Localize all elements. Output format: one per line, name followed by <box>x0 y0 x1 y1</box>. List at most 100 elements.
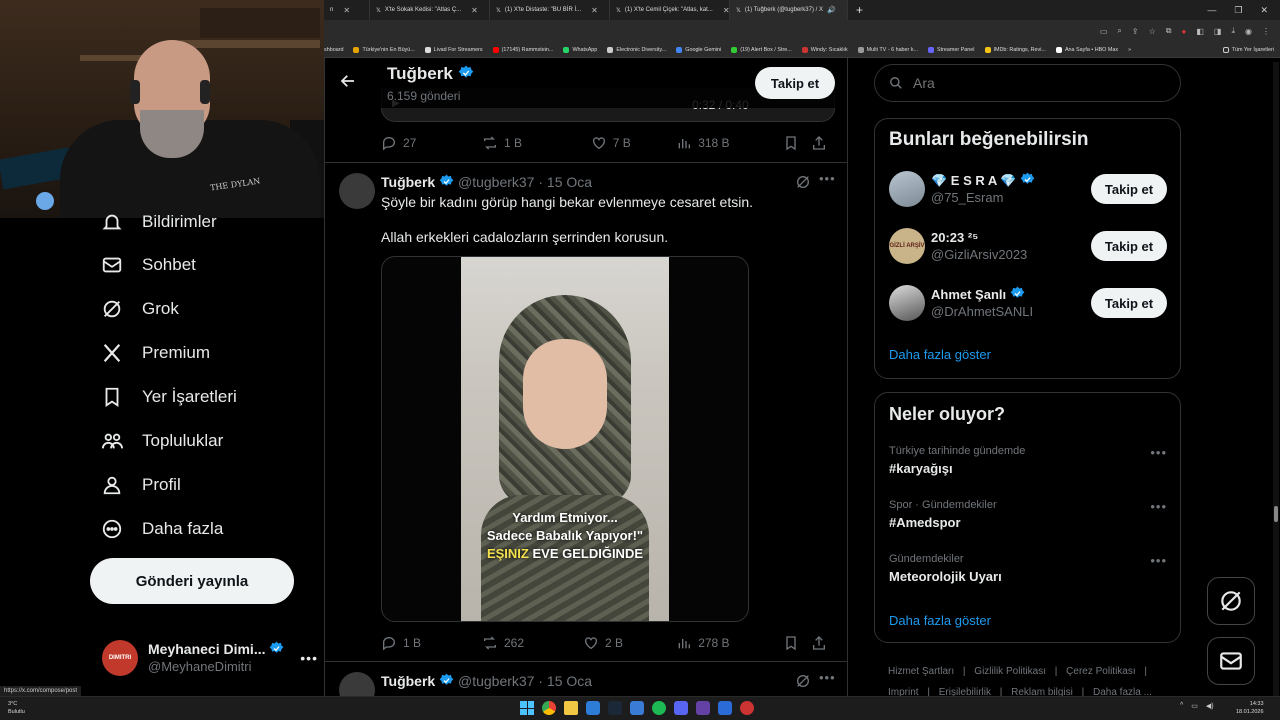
bookmarks-overflow[interactable]: » <box>1128 47 1131 53</box>
grok-fab[interactable] <box>1207 577 1255 625</box>
share-icon[interactable]: ⇪ <box>1132 27 1139 36</box>
bookmark-item[interactable]: shboard <box>324 47 343 53</box>
app-icon[interactable] <box>630 701 644 715</box>
repost-button[interactable]: 1 B <box>482 135 591 151</box>
cast-icon[interactable]: ▭ <box>1100 27 1108 36</box>
close-icon[interactable]: ✕ <box>343 6 350 15</box>
app-icon[interactable] <box>718 701 732 715</box>
scrollbar-thumb[interactable] <box>1274 506 1278 522</box>
maximize-icon[interactable]: ❐ <box>1234 5 1242 16</box>
search-input[interactable] <box>913 75 1153 91</box>
nav-bookmarks[interactable]: Yer İşaretleri <box>100 385 237 409</box>
more-icon[interactable]: ••• <box>1150 499 1167 514</box>
browser-tab[interactable]: 𝕏 X'te Sokak Kedisi: "Atlas Ç... ✕ <box>370 0 490 20</box>
weather-widget[interactable]: 3°C Bulutlu <box>8 700 25 716</box>
footer-link[interactable]: Hizmet Şartları <box>888 666 954 677</box>
profile-icon[interactable]: ◉ <box>1245 27 1252 36</box>
clock[interactable]: 14:33 18.01.2026 <box>1236 700 1264 716</box>
browser-tab[interactable]: 𝕏 (1) X'te Cemil Çiçek: "Atlas, kat... ✕ <box>610 0 730 20</box>
bookmark-item[interactable]: Google Gemini <box>676 46 721 53</box>
bookmark-item[interactable]: WhatsApp <box>563 46 597 53</box>
all-bookmarks[interactable]: Tüm Yer İşaretleri <box>1222 46 1280 53</box>
close-icon[interactable]: ✕ <box>723 6 729 15</box>
show-more-link[interactable]: Daha fazla göster <box>889 347 991 362</box>
more-icon[interactable]: ••• <box>300 650 318 666</box>
nav-communities[interactable]: Topluluklar <box>100 429 223 453</box>
nav-chat[interactable]: Sohbet <box>100 253 196 277</box>
zoom-icon[interactable]: ⌕ <box>1117 26 1121 36</box>
speaker-icon[interactable]: 🔊 <box>827 6 836 14</box>
post-button[interactable]: Gönderi yayınla <box>90 558 294 604</box>
bookmark-item[interactable]: Ana Sayfa • HBO Max <box>1055 46 1118 53</box>
bookmark-icon[interactable] <box>783 135 799 151</box>
browser-tab[interactable]: n ✕ <box>324 0 370 20</box>
show-more-link[interactable]: Daha fazla göster <box>889 613 991 628</box>
extensions-icon[interactable]: ⧉ <box>1166 26 1172 36</box>
explorer-icon[interactable] <box>564 701 578 715</box>
tweet-handle[interactable]: @tugberk37 <box>458 174 534 190</box>
repost-button[interactable]: 262 <box>482 635 583 651</box>
tweet[interactable]: Tuğberk @tugberk37 · 15 Oca ••• Şöyle bi… <box>325 163 847 661</box>
suggested-user[interactable]: GİZLİ ARŞİV 20:23 ²⁵ @GizliArsiv2023 Tak… <box>889 226 1167 266</box>
app-icon[interactable] <box>586 701 600 715</box>
suggested-user[interactable]: 💎 E S R A 💎 @75_Esram Takip et <box>889 169 1167 209</box>
share-icon[interactable] <box>811 635 827 651</box>
views-button[interactable]: 318 B <box>676 135 783 151</box>
bookmark-item[interactable]: (19) Alert Box / Stre... <box>731 46 792 53</box>
bookmark-item[interactable]: Streamer Panel <box>928 46 975 53</box>
bookmark-item[interactable]: Multi TV - 6 haber k... <box>857 46 918 53</box>
browser-tab[interactable]: 𝕏 (1) X'te Distaste: "BU BİR İ... ✕ <box>490 0 610 20</box>
follow-button[interactable]: Takip et <box>1091 288 1167 318</box>
avatar[interactable] <box>339 173 375 209</box>
tweet-video[interactable]: Yardım Etmiyor... Sadece Babalık Yapıyor… <box>381 256 749 622</box>
windows-start-icon[interactable] <box>520 701 534 715</box>
nav-profile[interactable]: Profil <box>100 473 181 497</box>
bookmark-item[interactable]: Livad For Streamers <box>424 46 483 53</box>
extension-icon[interactable]: ◧ <box>1196 27 1204 36</box>
footer-link[interactable]: Çerez Politikası <box>1066 666 1135 677</box>
adblock-icon[interactable]: ● <box>1182 27 1187 36</box>
tweet-date[interactable]: · 15 Oca <box>538 174 592 190</box>
window-close-icon[interactable]: ✕ <box>1260 5 1268 16</box>
nav-premium[interactable]: Premium <box>100 341 210 365</box>
nav-grok[interactable]: Grok <box>100 297 179 321</box>
tweet-handle[interactable]: @tugberk37 <box>458 673 534 689</box>
nav-more[interactable]: Daha fazla <box>100 517 223 541</box>
grok-icon[interactable] <box>795 174 811 195</box>
tweet-date[interactable]: · 15 Oca <box>538 673 592 689</box>
avatar[interactable] <box>339 672 375 696</box>
tweet[interactable]: Tuğberk @tugberk37 · 15 Oca ••• <box>325 662 847 696</box>
reply-button[interactable]: 27 <box>381 135 482 151</box>
app-icon[interactable] <box>696 701 710 715</box>
browser-tab-active[interactable]: 𝕏(1) Tuğberk (@tugberk37) / X🔊✕ <box>730 0 848 20</box>
more-icon[interactable]: ••• <box>1150 553 1167 568</box>
messages-fab[interactable] <box>1207 637 1255 685</box>
bookmark-item[interactable]: Windy: Sıcaklık <box>801 46 848 53</box>
like-button[interactable]: 2 B <box>583 635 676 651</box>
downloads-icon[interactable]: ⤓ <box>1231 26 1235 36</box>
tweet-author[interactable]: Tuğberk <box>381 673 435 689</box>
discord-icon[interactable] <box>674 701 688 715</box>
search-box[interactable] <box>874 64 1181 102</box>
new-tab-button[interactable]: + <box>848 3 871 17</box>
account-switcher[interactable]: DIMITRI Meyhaneci Dimi... @MeyhaneDimitr… <box>102 638 318 678</box>
reply-button[interactable]: 1 B <box>381 635 482 651</box>
follow-button[interactable]: Takip et <box>1091 174 1167 204</box>
nav-notifications[interactable]: Bildirimler <box>100 210 217 234</box>
extension-icon[interactable]: ◨ <box>1214 27 1222 36</box>
close-icon[interactable]: ✕ <box>591 6 598 15</box>
more-icon[interactable]: ••• <box>1150 445 1167 460</box>
trend-item[interactable]: Spor · Gündemdekiler #Amedspor ••• <box>889 499 1167 530</box>
grok-icon[interactable] <box>795 673 811 694</box>
spotify-icon[interactable] <box>652 701 666 715</box>
bookmark-item[interactable]: IMDb: Ratings, Revi... <box>984 46 1046 53</box>
obs-icon[interactable] <box>740 701 754 715</box>
page-scrollbar[interactable] <box>1273 62 1279 696</box>
suggested-user[interactable]: Ahmet Şanlı @DrAhmetSANLI Takip et <box>889 283 1167 323</box>
chrome-icon[interactable] <box>542 701 556 715</box>
bookmark-item[interactable]: Türkiye'nin En Büyü... <box>353 46 415 53</box>
bookmark-item[interactable]: Electronic Diversity... <box>607 46 666 53</box>
more-icon[interactable]: ••• <box>819 670 836 685</box>
trend-item[interactable]: Türkiye tarihinde gündemde #karyağışı ••… <box>889 445 1167 476</box>
back-arrow-icon[interactable] <box>339 72 357 95</box>
